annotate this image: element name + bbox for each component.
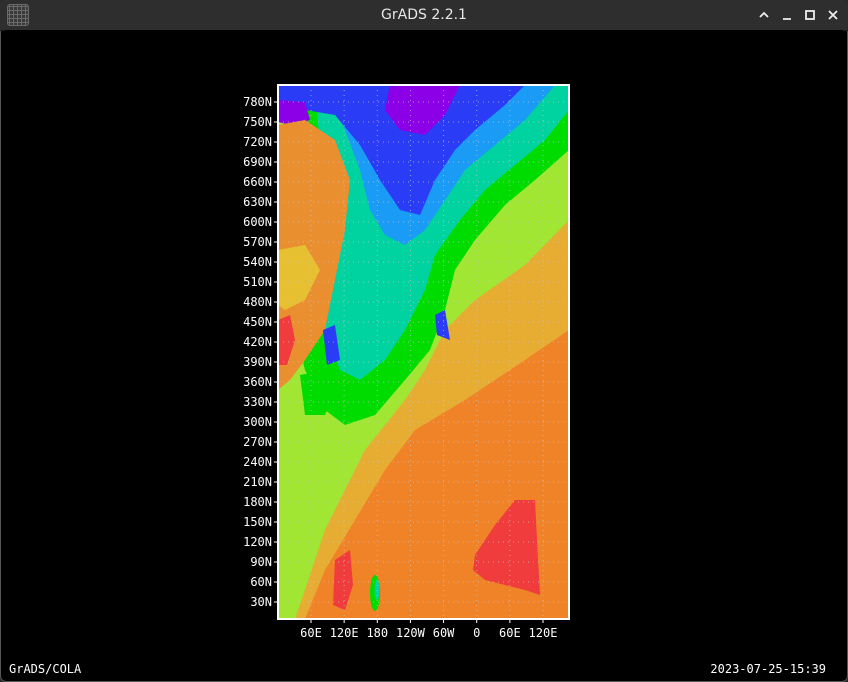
y-tick-label: 660N [243, 175, 272, 189]
y-tick-label: 300N [243, 415, 272, 429]
y-tick-label: 420N [243, 335, 272, 349]
chevron-up-icon[interactable] [754, 5, 774, 25]
y-tick-label: 510N [243, 275, 272, 289]
y-tick-label: 600N [243, 215, 272, 229]
y-tick-label: 150N [243, 515, 272, 529]
x-tick-label: 60W [433, 626, 455, 640]
heatmap-field [278, 85, 569, 619]
x-axis-ticks: 60E 120E 180 120W 60W 0 60E 120E [300, 619, 557, 640]
y-tick-label: 570N [243, 235, 272, 249]
x-tick-label: 120E [529, 626, 558, 640]
minimize-icon[interactable] [777, 5, 797, 25]
close-icon[interactable] [823, 5, 843, 25]
x-tick-label: 60E [499, 626, 521, 640]
footer-timestamp: 2023-07-25-15:39 [710, 662, 826, 676]
x-tick-label: 180 [366, 626, 388, 640]
y-tick-label: 720N [243, 135, 272, 149]
y-tick-label: 90N [250, 555, 272, 569]
plot-canvas[interactable]: 780N 750N 720N 690N 660N 630N 600N 570N 540N 510N… [5, 30, 843, 676]
y-tick-label: 360N [243, 375, 272, 389]
y-tick-label: 450N [243, 315, 272, 329]
x-tick-label: 120W [396, 626, 426, 640]
y-tick-label: 240N [243, 455, 272, 469]
y-tick-label: 330N [243, 395, 272, 409]
y-tick-label: 270N [243, 435, 272, 449]
y-tick-label: 60N [250, 575, 272, 589]
maximize-icon[interactable] [800, 5, 820, 25]
y-tick-label: 390N [243, 355, 272, 369]
y-tick-label: 750N [243, 115, 272, 129]
y-tick-label: 120N [243, 535, 272, 549]
x-tick-label: 0 [473, 626, 480, 640]
y-tick-label: 780N [243, 95, 272, 109]
grads-window: GrADS 2.2.1 780N 750N 720N 690N 660N 630… [0, 0, 848, 682]
y-tick-label: 690N [243, 155, 272, 169]
window-title: GrADS 2.2.1 [381, 7, 467, 23]
footer-left-label: GrADS/COLA [9, 662, 82, 676]
heatmap-plot: 780N 750N 720N 690N 660N 630N 600N 570N 540N 510N… [243, 84, 570, 640]
y-tick-label: 180N [243, 495, 272, 509]
x-tick-label: 120E [330, 626, 359, 640]
title-bar[interactable]: GrADS 2.2.1 [0, 0, 848, 31]
y-tick-label: 540N [243, 255, 272, 269]
y-tick-label: 480N [243, 295, 272, 309]
x-tick-label: 60E [300, 626, 322, 640]
y-axis-ticks: 780N 750N 720N 690N 660N 630N 600N 570N 540N 510N… [243, 95, 278, 609]
y-tick-label: 630N [243, 195, 272, 209]
y-tick-label: 30N [250, 595, 272, 609]
y-tick-label: 210N [243, 475, 272, 489]
